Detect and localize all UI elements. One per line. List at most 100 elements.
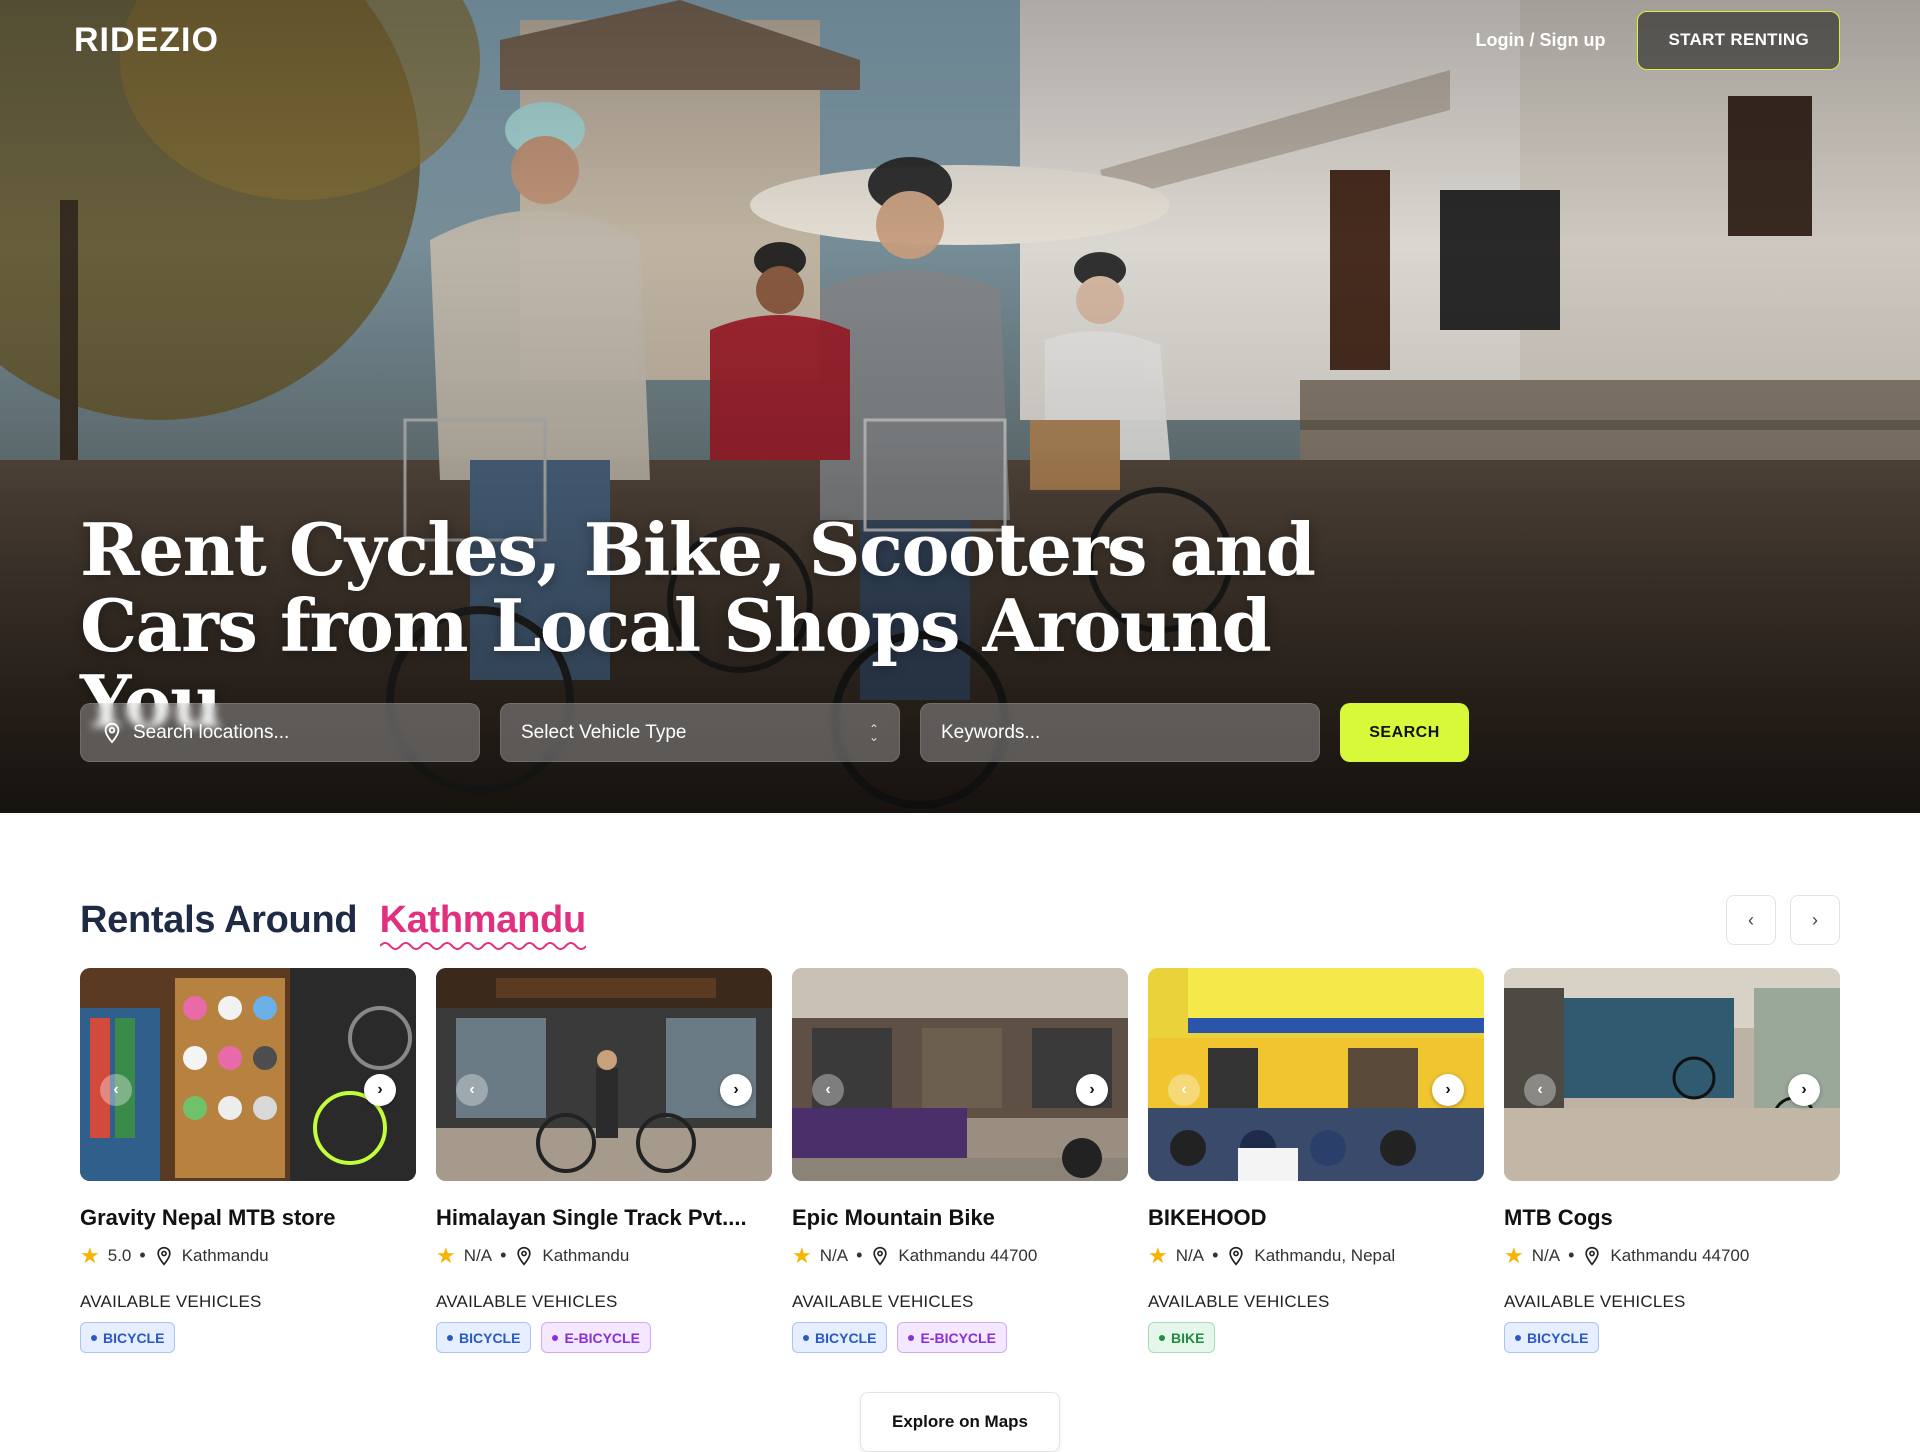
select-chevron-icon: ⌃ ⌄ <box>868 721 879 744</box>
tag-dot-icon <box>803 1334 809 1341</box>
location-search-input[interactable]: Search locations... <box>80 703 480 762</box>
shop-rating: N/A <box>1175 1245 1205 1265</box>
vehicle-tags: BIKE <box>1148 1322 1484 1353</box>
brand-logo[interactable]: RIDEZIO <box>74 21 219 60</box>
photo-next-button[interactable]: › <box>720 1074 752 1106</box>
vehicle-tag-label: BICYCLE <box>103 1329 165 1346</box>
vehicle-tag: BICYCLE <box>436 1322 532 1353</box>
shop-meta: ★ N/A • Kathmandu 44700 <box>1504 1242 1840 1268</box>
photo-next-button[interactable]: › <box>1432 1074 1464 1106</box>
meta-separator: • <box>139 1245 146 1265</box>
rental-cards: ‹ › Gravity Nepal MTB store ★ 5.0 • Kath… <box>80 968 1840 1353</box>
rental-card[interactable]: ‹ › Himalayan Single Track Pvt.... ★ N/A… <box>436 968 772 1353</box>
shop-photo-image <box>436 968 772 1181</box>
shop-meta: ★ N/A • Kathmandu, Nepal <box>1148 1244 1484 1266</box>
shop-name[interactable]: Epic Mountain Bike <box>792 1205 1128 1231</box>
vehicle-type-select[interactable]: Select Vehicle Type ⌃ ⌄ <box>500 703 900 762</box>
carousel-nav: ‹ › <box>1726 895 1840 945</box>
shop-rating: N/A <box>463 1245 493 1265</box>
vehicle-tags: BICYCLE E-BICYCLE <box>436 1322 772 1353</box>
shop-meta: ★ N/A • Kathmandu <box>436 1244 772 1266</box>
available-vehicles-label: AVAILABLE VEHICLES <box>80 1292 262 1311</box>
search-button[interactable]: SEARCH <box>1340 703 1469 762</box>
rentals-title: Rentals Around Kathmandu <box>80 898 587 950</box>
shop-photo[interactable]: ‹ › <box>1504 968 1840 1181</box>
vehicle-tag-label: BICYCLE <box>815 1329 877 1346</box>
carousel-next-button[interactable]: › <box>1790 895 1840 945</box>
available-vehicles-label: AVAILABLE VEHICLES <box>792 1292 974 1311</box>
carousel-prev-button[interactable]: ‹ <box>1726 895 1776 945</box>
rentals-section: Rentals Around Kathmandu ‹ › ‹ › Gravity… <box>80 880 1840 1353</box>
shop-name[interactable]: Gravity Nepal MTB store <box>80 1205 416 1231</box>
vehicle-tag-label: BICYCLE <box>1527 1329 1589 1346</box>
photo-prev-button[interactable]: ‹ <box>1168 1074 1200 1106</box>
tag-dot-icon <box>447 1334 453 1341</box>
shop-photo[interactable]: ‹ › <box>1148 968 1484 1181</box>
map-pin-icon <box>1585 1246 1600 1266</box>
rental-card[interactable]: ‹ › Gravity Nepal MTB store ★ 5.0 • Kath… <box>80 968 416 1353</box>
photo-prev-button[interactable]: ‹ <box>456 1074 488 1106</box>
rentals-title-text: Rentals Around <box>80 898 358 941</box>
location-placeholder: Search locations... <box>133 721 290 743</box>
keywords-placeholder: Keywords... <box>941 721 1041 743</box>
shop-name[interactable]: Himalayan Single Track Pvt.... <box>436 1205 772 1231</box>
vehicle-tag-label: BICYCLE <box>459 1329 521 1346</box>
photo-next-button[interactable]: › <box>1788 1074 1820 1106</box>
login-signup-link[interactable]: Login / Sign up <box>1475 30 1605 51</box>
vehicle-tag-label: BIKE <box>1171 1329 1205 1346</box>
meta-separator: • <box>1568 1245 1575 1265</box>
explore-on-maps-button[interactable]: Explore on Maps <box>860 1392 1060 1452</box>
vehicle-tags: BICYCLE E-BICYCLE <box>792 1322 1128 1353</box>
rentals-city: Kathmandu <box>379 898 587 950</box>
shop-photo-image <box>80 968 416 1181</box>
hero-title-line1: Rent Cycles, Bike, Scooters and <box>80 507 1316 592</box>
shop-name[interactable]: BIKEHOOD <box>1148 1205 1484 1231</box>
tag-dot-icon <box>552 1334 559 1341</box>
vehicle-tag: BICYCLE <box>792 1322 888 1353</box>
vehicle-tag: BIKE <box>1148 1322 1216 1353</box>
shop-rating: N/A <box>819 1245 849 1265</box>
shop-name[interactable]: MTB Cogs <box>1504 1205 1840 1231</box>
map-pin-icon <box>1229 1246 1244 1266</box>
tag-dot-icon <box>1515 1334 1521 1341</box>
map-pin-icon <box>873 1246 888 1266</box>
vehicle-tag: BICYCLE <box>1504 1322 1600 1353</box>
shop-location: Kathmandu <box>181 1245 269 1265</box>
vehicle-tag-label: E-BICYCLE <box>920 1329 996 1346</box>
star-icon: ★ <box>1504 1242 1524 1268</box>
map-pin-icon <box>517 1246 532 1266</box>
rental-card[interactable]: ‹ › Epic Mountain Bike ★ N/A • Kathmandu… <box>792 968 1128 1353</box>
vehicle-tag: BICYCLE <box>80 1322 176 1353</box>
shop-location: Kathmandu 44700 <box>898 1245 1038 1265</box>
vehicle-tags: BICYCLE <box>1504 1322 1840 1353</box>
top-actions: Login / Sign up START RENTING <box>1475 10 1840 70</box>
rental-card[interactable]: ‹ › MTB Cogs ★ N/A • Kathmandu 44700 AVA… <box>1504 968 1840 1353</box>
photo-next-button[interactable]: › <box>364 1074 396 1106</box>
start-renting-button[interactable]: START RENTING <box>1637 10 1840 70</box>
rental-card[interactable]: ‹ › BIKEHOOD ★ N/A • Kathmandu, Nepal AV… <box>1148 968 1484 1353</box>
vehicle-tag: E-BICYCLE <box>541 1322 651 1353</box>
keywords-input[interactable]: Keywords... <box>920 703 1320 762</box>
shop-photo[interactable]: ‹ › <box>80 968 416 1181</box>
map-pin-icon <box>104 722 120 744</box>
photo-prev-button[interactable]: ‹ <box>1524 1074 1556 1106</box>
tag-dot-icon <box>91 1334 97 1341</box>
photo-next-button[interactable]: › <box>1076 1074 1108 1106</box>
shop-location: Kathmandu <box>542 1245 630 1265</box>
available-vehicles-label: AVAILABLE VEHICLES <box>1148 1292 1330 1311</box>
photo-prev-button[interactable]: ‹ <box>812 1074 844 1106</box>
photo-prev-button[interactable]: ‹ <box>100 1074 132 1106</box>
shop-photo-image <box>1148 968 1484 1181</box>
shop-photo[interactable]: ‹ › <box>792 968 1128 1181</box>
shop-rating: N/A <box>1531 1245 1561 1265</box>
meta-separator: • <box>500 1245 507 1265</box>
vehicle-type-placeholder: Select Vehicle Type <box>521 721 687 743</box>
top-navigation: RIDEZIO Login / Sign up START RENTING <box>0 0 1920 80</box>
vehicle-tag: E-BICYCLE <box>897 1322 1007 1353</box>
shop-photo[interactable]: ‹ › <box>436 968 772 1181</box>
squiggle-underline <box>379 941 586 950</box>
shop-location: Kathmandu 44700 <box>1610 1245 1750 1265</box>
star-icon: ★ <box>80 1242 100 1268</box>
available-vehicles-label: AVAILABLE VEHICLES <box>1504 1292 1686 1311</box>
rentals-city-text: Kathmandu <box>379 898 587 941</box>
